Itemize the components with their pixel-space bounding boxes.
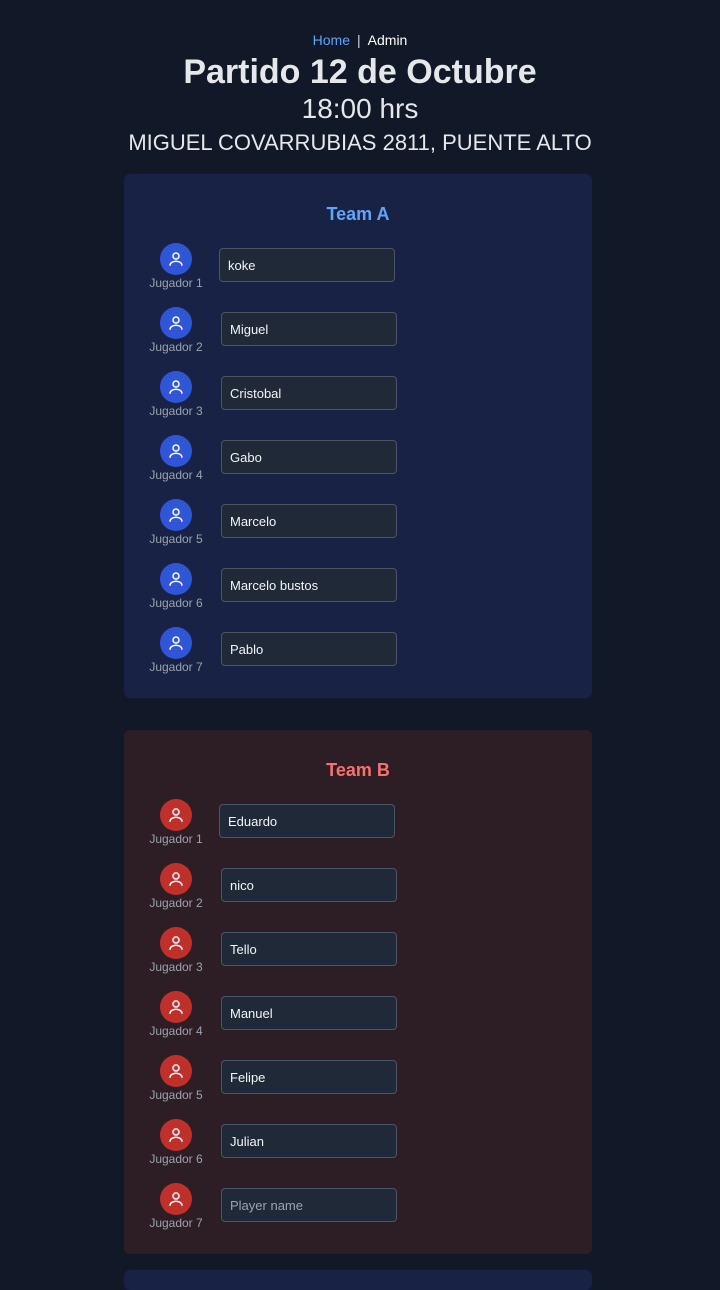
- user-icon: [160, 1055, 192, 1087]
- user-icon: [160, 863, 192, 895]
- team-a-player-row: Jugador 6: [124, 563, 592, 627]
- player-name-input[interactable]: [221, 1124, 397, 1158]
- player-name-input[interactable]: [221, 868, 397, 902]
- user-icon: [160, 435, 192, 467]
- player-name-input[interactable]: [221, 504, 397, 538]
- player-label: Jugador 5: [149, 1088, 203, 1102]
- player-label: Jugador 2: [149, 896, 203, 910]
- team-b-title: Team B: [326, 760, 390, 780]
- team-a-player-row: Jugador 2: [124, 307, 592, 371]
- user-icon: [160, 1183, 192, 1215]
- nav-separator: |: [357, 32, 361, 48]
- team-b-player-row: Jugador 4: [124, 991, 592, 1055]
- player-name-input[interactable]: [219, 248, 395, 282]
- page-title: Partido 12 de Octubre: [183, 53, 537, 91]
- player-label: Jugador 5: [149, 532, 203, 546]
- player-name-input[interactable]: [221, 312, 397, 346]
- team-b-player-row: Jugador 7: [124, 1183, 592, 1247]
- player-name-input[interactable]: [221, 376, 397, 410]
- player-label: Jugador 2: [149, 340, 203, 354]
- player-label: Jugador 7: [149, 1216, 203, 1230]
- team-a-title: Team A: [326, 204, 390, 224]
- nav-home-link[interactable]: Home: [313, 32, 350, 48]
- team-a-player-row: Jugador 4: [124, 435, 592, 499]
- player-label: Jugador 3: [149, 404, 203, 418]
- user-icon: [160, 1119, 192, 1151]
- player-name-input[interactable]: [221, 996, 397, 1030]
- player-label: Jugador 6: [149, 596, 203, 610]
- player-name-input[interactable]: [219, 804, 395, 838]
- user-icon: [160, 991, 192, 1023]
- top-nav: Home | Admin: [0, 31, 720, 49]
- user-icon: [160, 307, 192, 339]
- team-b-player-row: Jugador 1: [124, 799, 592, 863]
- user-icon: [160, 243, 192, 275]
- user-icon: [160, 371, 192, 403]
- next-team-card: [124, 1270, 592, 1290]
- player-name-input[interactable]: [221, 568, 397, 602]
- player-name-input[interactable]: [221, 1060, 397, 1094]
- player-name-input[interactable]: [221, 932, 397, 966]
- player-label: Jugador 4: [149, 1024, 203, 1038]
- match-time: 18:00 hrs: [301, 93, 419, 124]
- team-b-card: Team B Jugador 1 Jugador 2 Jugador 3 Jug…: [124, 730, 592, 1254]
- user-icon: [160, 927, 192, 959]
- player-label: Jugador 1: [149, 832, 203, 846]
- team-b-player-row: Jugador 3: [124, 927, 592, 991]
- player-name-input[interactable]: [221, 632, 397, 666]
- nav-admin-link[interactable]: Admin: [368, 32, 408, 48]
- team-b-player-row: Jugador 5: [124, 1055, 592, 1119]
- player-label: Jugador 1: [149, 276, 203, 290]
- team-a-card: Team A Jugador 1 Jugador 2 Jugador 3 Jug…: [124, 174, 592, 698]
- user-icon: [160, 627, 192, 659]
- team-a-player-row: Jugador 3: [124, 371, 592, 435]
- player-name-input[interactable]: [221, 1188, 397, 1222]
- user-icon: [160, 563, 192, 595]
- team-b-player-row: Jugador 6: [124, 1119, 592, 1183]
- user-icon: [160, 799, 192, 831]
- team-a-player-row: Jugador 5: [124, 499, 592, 563]
- player-label: Jugador 7: [149, 660, 203, 674]
- player-name-input[interactable]: [221, 440, 397, 474]
- user-icon: [160, 499, 192, 531]
- team-b-player-row: Jugador 2: [124, 863, 592, 927]
- team-a-player-row: Jugador 7: [124, 627, 592, 691]
- match-address: MIGUEL COVARRUBIAS 2811, PUENTE ALTO: [128, 130, 592, 155]
- player-label: Jugador 3: [149, 960, 203, 974]
- player-label: Jugador 4: [149, 468, 203, 482]
- team-a-player-row: Jugador 1: [124, 243, 592, 307]
- player-label: Jugador 6: [149, 1152, 203, 1166]
